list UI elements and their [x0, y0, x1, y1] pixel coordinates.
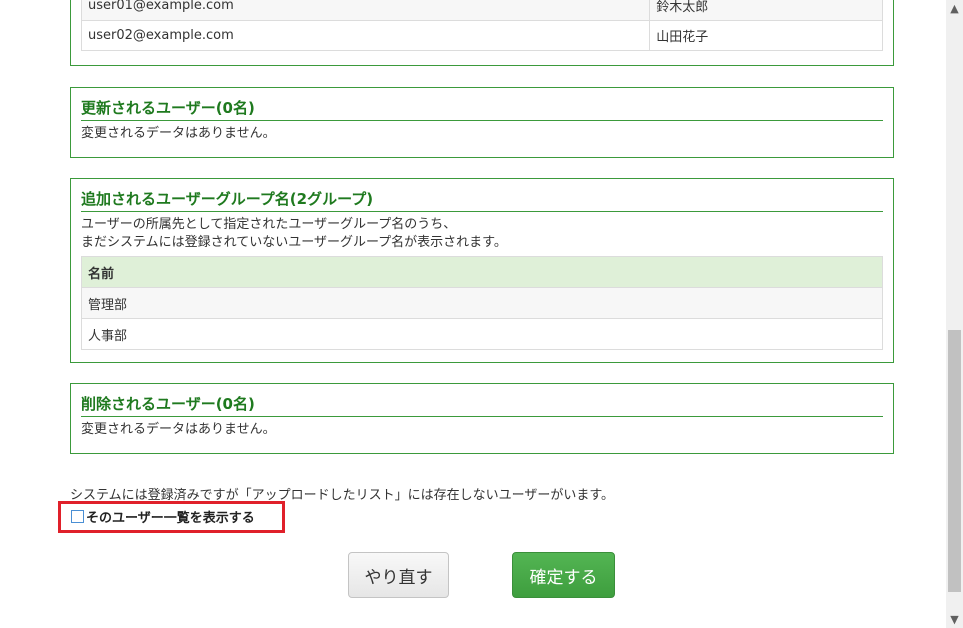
table-header-row: 名前 — [81, 256, 883, 288]
user-email-cell: user01@example.com — [80, 0, 651, 21]
scroll-thumb[interactable] — [948, 330, 961, 592]
added-groups-description: ユーザーの所属先として指定されたユーザーグループ名のうち、 まだシステムには登録… — [71, 212, 893, 252]
column-header-name: 名前 — [81, 256, 883, 288]
updated-users-title: 更新されるユーザー(0名) — [81, 88, 883, 121]
updated-users-message: 変更されるデータはありません。 — [81, 126, 276, 141]
description-line: ユーザーの所属先として指定されたユーザーグループ名のうち、 — [81, 217, 457, 232]
new-users-panel: user01@example.com 鈴木太郎 user02@example.c… — [70, 0, 894, 66]
user-name-cell: 鈴木太郎 — [649, 0, 883, 21]
table-row: 人事部 — [81, 318, 883, 350]
scroll-up-icon[interactable]: ▲ — [946, 0, 963, 17]
scroll-down-icon[interactable]: ▼ — [946, 611, 963, 628]
show-user-list-label[interactable]: そのユーザー一覧を表示する — [86, 507, 255, 526]
group-name-cell: 管理部 — [81, 287, 883, 319]
table-row: 管理部 — [81, 287, 883, 319]
group-name-cell: 人事部 — [81, 318, 883, 350]
updated-users-panel: 更新されるユーザー(0名) 変更されるデータはありません。 — [70, 87, 894, 158]
show-user-list-toggle[interactable]: そのユーザー一覧を表示する — [71, 507, 255, 526]
added-groups-panel: 追加されるユーザーグループ名(2グループ) ユーザーの所属先として指定されたユー… — [70, 178, 894, 363]
added-groups-table: 名前 管理部 人事部 — [81, 256, 883, 350]
confirm-button[interactable]: 確定する — [512, 552, 615, 598]
vertical-scrollbar[interactable]: ▲ ▼ — [946, 0, 963, 628]
user-name-cell: 山田花子 — [649, 20, 883, 51]
deleted-users-title: 削除されるユーザー(0名) — [81, 384, 883, 417]
deleted-users-message: 変更されるデータはありません。 — [81, 422, 276, 437]
deleted-users-panel: 削除されるユーザー(0名) 変更されるデータはありません。 — [70, 383, 894, 454]
added-groups-title: 追加されるユーザーグループ名(2グループ) — [81, 179, 883, 212]
new-users-table: user01@example.com 鈴木太郎 user02@example.c… — [80, 0, 883, 51]
reset-button[interactable]: やり直す — [348, 552, 449, 598]
description-line: まだシステムには登録されていないユーザーグループ名が表示されます。 — [81, 235, 507, 250]
table-row: user01@example.com 鈴木太郎 — [80, 0, 883, 21]
user-email-cell: user02@example.com — [80, 20, 651, 51]
show-user-list-checkbox[interactable] — [71, 510, 84, 523]
table-row: user02@example.com 山田花子 — [80, 20, 883, 51]
